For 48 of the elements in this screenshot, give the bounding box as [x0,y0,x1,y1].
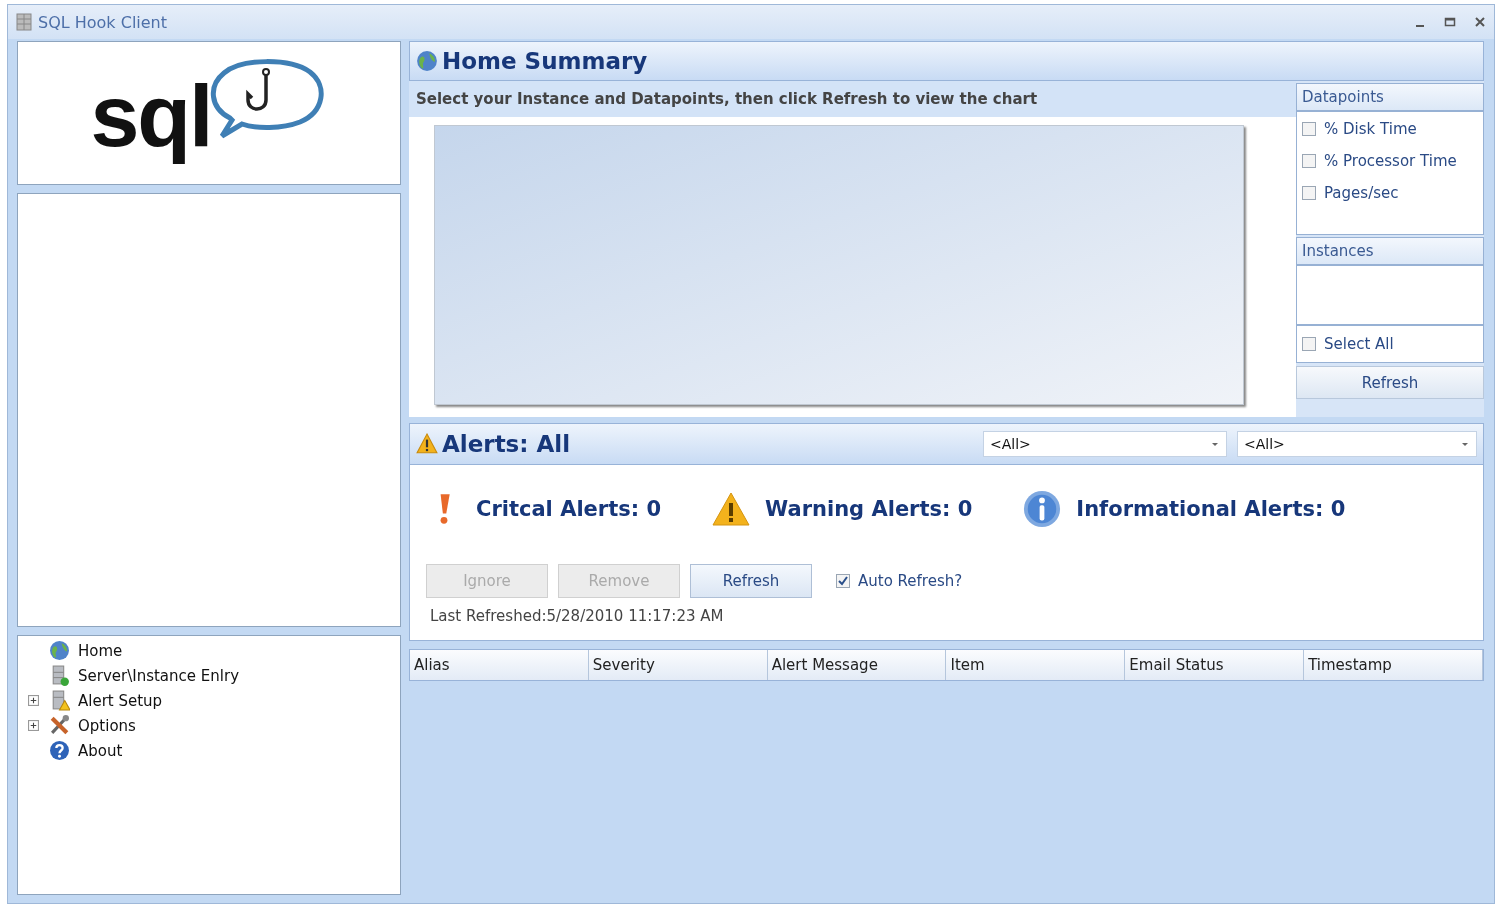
checkbox[interactable] [836,574,850,588]
expand-icon [28,720,39,731]
window-title: SQL Hook Client [38,12,169,32]
nav-item[interactable]: Alert Setup [78,691,163,710]
filter-dropdown[interactable]: <All> [983,431,1227,457]
column-header[interactable]: Timestamp [1304,650,1483,680]
nav-item[interactable]: Server\Instance Enlry [78,666,239,685]
column-header[interactable]: Email Status [1125,650,1305,680]
checkbox-label: Pages/sec [1324,184,1399,202]
column-header[interactable]: Severity [588,650,768,680]
globe-icon [49,640,70,661]
last-refreshed-text: Last Refreshed:5/28/2010 11:17:23 AM [430,607,725,625]
warning-icon [711,490,752,528]
checkbox-label: % Processor Time [1324,152,1457,170]
instruction-text: Select your Instance and Datapoints, then click Refresh to view the chart [409,81,1296,117]
action-button[interactable]: Refresh [690,564,812,598]
dropdown-value: <All> [990,436,1031,452]
alert-count: Warning Alerts: 0 [765,497,973,521]
help-icon [49,740,70,761]
column-header[interactable]: Item [946,650,1126,680]
checkbox-label: Select All [1324,335,1394,353]
dropdown-value: <All> [1244,436,1285,452]
nav-item[interactable]: Options [78,716,136,735]
warning-icon [416,433,438,455]
refresh-button[interactable]: Refresh [1296,366,1484,399]
close-icon[interactable] [1474,16,1486,28]
column-header[interactable]: Alias [410,650,589,680]
checkbox[interactable] [1302,122,1316,136]
group-header: Datapoints [1296,83,1484,111]
globe-icon [416,50,438,72]
section-title: Home Summary [442,48,648,74]
column-header[interactable]: Alert Message [767,650,947,680]
checkbox[interactable] [1302,186,1316,200]
maximize-icon[interactable] [1444,16,1456,28]
checkbox[interactable] [1302,154,1316,168]
section-title: Alerts: All [442,431,571,457]
group-header: Instances [1296,237,1484,265]
info-icon [1022,490,1063,528]
filter-dropdown[interactable]: <All> [1237,431,1477,457]
checkbox-label: Auto Refresh? [858,572,963,590]
checkbox-label: % Disk Time [1324,120,1417,138]
nav-item[interactable]: Home [78,641,123,660]
alert-count: Informational Alerts: 0 [1076,497,1346,521]
nav-item[interactable]: About [78,741,123,760]
alert-count: Critcal Alerts: 0 [476,497,662,521]
checkbox[interactable] [1302,337,1316,351]
tools-icon [49,715,70,736]
expand-icon [28,695,39,706]
